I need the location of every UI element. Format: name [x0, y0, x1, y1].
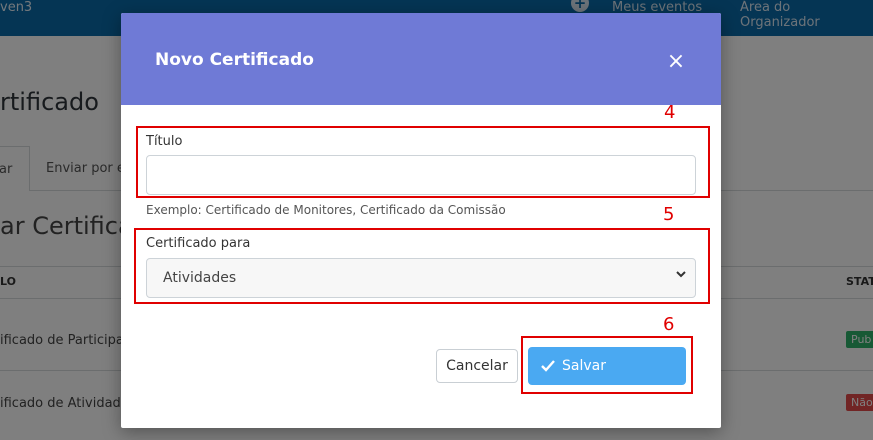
close-icon[interactable]: × — [665, 51, 687, 73]
title-field-help: Exemplo: Certificado de Monitores, Certi… — [146, 203, 506, 217]
annotation-number-5: 5 — [663, 204, 675, 225]
modal-header: Novo Certificado × — [121, 13, 721, 105]
annotation-box-4 — [136, 126, 710, 198]
cancel-button[interactable]: Cancelar — [436, 349, 518, 383]
annotation-number-6: 6 — [663, 314, 675, 335]
annotation-box-5 — [134, 228, 710, 304]
annotation-box-6 — [521, 336, 693, 394]
modal-title: Novo Certificado — [155, 50, 314, 70]
annotation-number-4: 4 — [664, 102, 676, 123]
